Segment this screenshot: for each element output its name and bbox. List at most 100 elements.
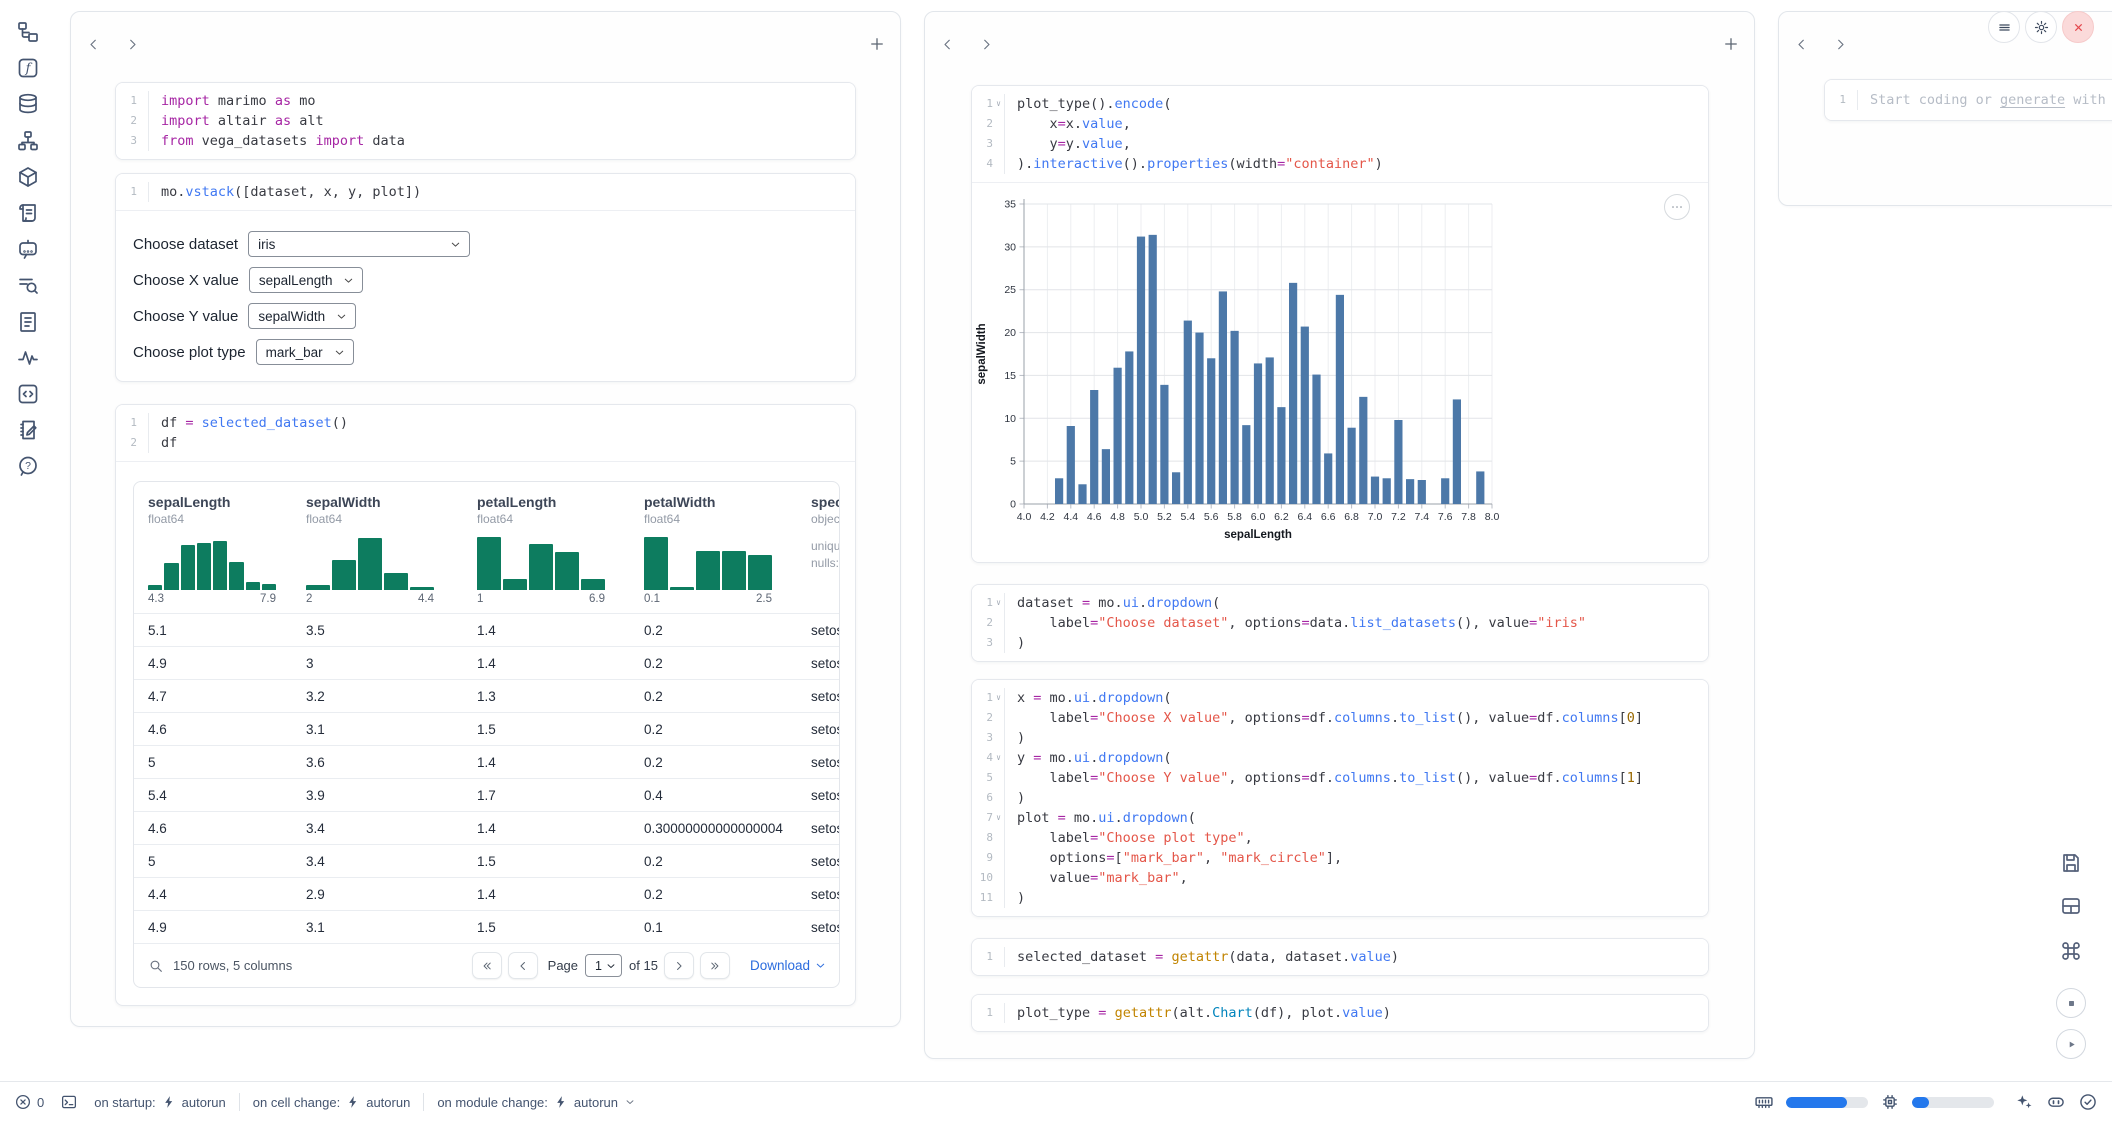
chart-options-button[interactable] — [1664, 194, 1690, 220]
shutdown-button[interactable] — [2062, 11, 2094, 43]
database-icon[interactable] — [16, 92, 40, 116]
download-button[interactable]: Download — [750, 958, 827, 973]
cell-vstack: 1mo.vstack([dataset, x, y, plot]) Choose… — [115, 173, 856, 382]
cell-dataset-dropdown: 1∨dataset = mo.ui.dropdown(2 label="Choo… — [971, 584, 1709, 662]
ai-sparkles-icon[interactable] — [2014, 1092, 2034, 1112]
column-header-sepalLength[interactable]: sepalLengthfloat644.37.9 — [148, 494, 306, 605]
first-page-button[interactable] — [472, 952, 502, 979]
add-cell-button[interactable] — [1719, 32, 1743, 56]
x-value-select[interactable]: sepalLength — [249, 267, 364, 293]
functions-icon[interactable]: f — [16, 56, 40, 80]
code-editor-plottype[interactable]: 1plot_type = getattr(alt.Chart(df), plot… — [972, 995, 1708, 1031]
column-header-petalWidth[interactable]: petalWidthfloat640.12.5 — [644, 494, 811, 605]
column-header-sepalWidth[interactable]: sepalWidthfloat6424.4 — [306, 494, 477, 605]
chevron-down-icon — [605, 960, 617, 972]
run-config-2[interactable]: on cell change:autorun — [253, 1095, 411, 1110]
code-editor-plot[interactable]: 1∨plot_type().encode(2 x=x.value,3 y=y.v… — [972, 86, 1708, 182]
sepal-bar-chart[interactable]: 051015202530354.04.24.44.64.85.05.25.45.… — [972, 187, 1709, 553]
control-label: Choose Y value — [133, 308, 238, 325]
documentation-icon[interactable] — [16, 310, 40, 334]
search-icon[interactable] — [148, 958, 164, 974]
dependency-graph-icon[interactable] — [16, 129, 40, 153]
column-prev-button[interactable] — [1789, 32, 1813, 56]
page-select[interactable]: 1 — [585, 954, 622, 977]
generate-link[interactable]: generate — [2000, 92, 2065, 108]
table-row[interactable]: 4.42.91.40.2setosa — [134, 877, 839, 910]
code-editor-selected[interactable]: 1selected_dataset = getattr(data, datase… — [972, 939, 1708, 975]
chart-output[interactable]: 051015202530354.04.24.44.64.85.05.25.45.… — [972, 183, 1708, 562]
table-row[interactable]: 5.43.91.70.4setosa — [134, 778, 839, 811]
table-row[interactable]: 4.63.41.40.30000000000000004setosa — [134, 811, 839, 844]
code-editor-vstack[interactable]: 1mo.vstack([dataset, x, y, plot]) — [116, 174, 855, 210]
column-prev-button[interactable] — [935, 32, 959, 56]
keyboard-shortcuts-button[interactable] — [2059, 939, 2083, 963]
help-icon[interactable]: ? — [16, 454, 40, 478]
cell-selected-dataset: 1selected_dataset = getattr(data, datase… — [971, 938, 1709, 976]
table-header: sepalLengthfloat644.37.9sepalWidthfloat6… — [134, 482, 839, 613]
column-next-button[interactable] — [1828, 32, 1852, 56]
code-editor-dataset[interactable]: 1∨dataset = mo.ui.dropdown(2 label="Choo… — [972, 585, 1708, 661]
code-editor-dataframe[interactable]: 1df = selected_dataset()2df — [116, 405, 855, 461]
app-view-button[interactable] — [2059, 894, 2083, 918]
table-row[interactable]: 4.73.21.30.2setosa — [134, 679, 839, 712]
code-editor-imports[interactable]: 1import marimo as mo2import altair as al… — [116, 83, 855, 159]
connection-status-icon[interactable] — [2078, 1092, 2098, 1112]
svg-text:4.4: 4.4 — [1063, 511, 1078, 523]
table-row[interactable]: 4.93.11.50.1setosa — [134, 910, 839, 943]
scratchpad-icon[interactable] — [16, 201, 40, 225]
svg-text:5.4: 5.4 — [1180, 511, 1195, 523]
terminal-button[interactable] — [60, 1093, 78, 1111]
chevron-left-icon — [1793, 36, 1810, 53]
terminal-icon — [60, 1093, 78, 1111]
column-header-species[interactable]: speciesobjectunique:nulls: — [811, 494, 839, 605]
y-value-select[interactable]: sepalWidth — [248, 303, 356, 329]
last-page-button[interactable] — [700, 952, 730, 979]
tracing-icon[interactable] — [16, 346, 40, 370]
next-page-button[interactable] — [664, 952, 694, 979]
copilot-icon[interactable] — [2046, 1092, 2066, 1112]
column-next-button[interactable] — [120, 32, 144, 56]
svg-text:8.0: 8.0 — [1485, 511, 1500, 523]
svg-text:sepalLength: sepalLength — [1224, 529, 1292, 541]
svg-text:5.6: 5.6 — [1204, 511, 1219, 523]
plot-type-select[interactable]: mark_bar — [256, 339, 354, 365]
column-prev-button[interactable] — [81, 32, 105, 56]
notebook-icon[interactable] — [16, 418, 40, 442]
cpu-icon — [1880, 1092, 1900, 1112]
file-tree-icon[interactable] — [16, 20, 40, 44]
svg-text:4.6: 4.6 — [1087, 511, 1102, 523]
prev-page-button[interactable] — [508, 952, 538, 979]
error-count-indicator[interactable]: 0 — [14, 1093, 44, 1111]
logs-icon[interactable] — [16, 273, 40, 297]
settings-button[interactable] — [2025, 11, 2057, 43]
save-button[interactable] — [2059, 851, 2083, 875]
column-header-petalLength[interactable]: petalLengthfloat6416.9 — [477, 494, 644, 605]
table-row[interactable]: 53.61.40.2setosa — [134, 745, 839, 778]
table-row[interactable]: 5.13.51.40.2setosa — [134, 613, 839, 646]
table-body: 5.13.51.40.2setosa4.931.40.2setosa4.73.2… — [134, 613, 839, 943]
packages-icon[interactable] — [16, 165, 40, 189]
code-editor-xyplot[interactable]: 1∨x = mo.ui.dropdown(2 label="Choose X v… — [972, 680, 1708, 916]
page-count-label: of 15 — [629, 958, 658, 973]
table-row[interactable]: 53.41.50.2setosa — [134, 844, 839, 877]
notebook-menu-button[interactable] — [1988, 11, 2020, 43]
run-button[interactable] — [2056, 1029, 2086, 1059]
svg-text:6.0: 6.0 — [1251, 511, 1266, 523]
dataset-select[interactable]: iris — [248, 231, 470, 257]
table-row[interactable]: 4.63.11.50.2setosa — [134, 712, 839, 745]
run-config-3[interactable]: on module change:autorun — [437, 1095, 636, 1110]
add-cell-button[interactable] — [865, 32, 889, 56]
table-row[interactable]: 4.931.40.2setosa — [134, 646, 839, 679]
ai-chat-icon[interactable] — [16, 237, 40, 261]
run-config-1[interactable]: on startup:autorun — [94, 1095, 226, 1110]
control-row: Choose datasetiris — [133, 231, 838, 257]
stop-button[interactable] — [2056, 988, 2086, 1018]
column-histogram — [306, 534, 434, 590]
bolt-icon — [162, 1095, 176, 1109]
command-icon — [2059, 939, 2083, 963]
snippets-icon[interactable] — [16, 382, 40, 406]
column-next-button[interactable] — [974, 32, 998, 56]
dataframe-output: sepalLengthfloat644.37.9sepalWidthfloat6… — [116, 462, 855, 1004]
dataframe-table: sepalLengthfloat644.37.9sepalWidthfloat6… — [133, 481, 840, 988]
code-editor-empty[interactable]: 1 Start coding or generate with AI — [1825, 80, 2112, 120]
